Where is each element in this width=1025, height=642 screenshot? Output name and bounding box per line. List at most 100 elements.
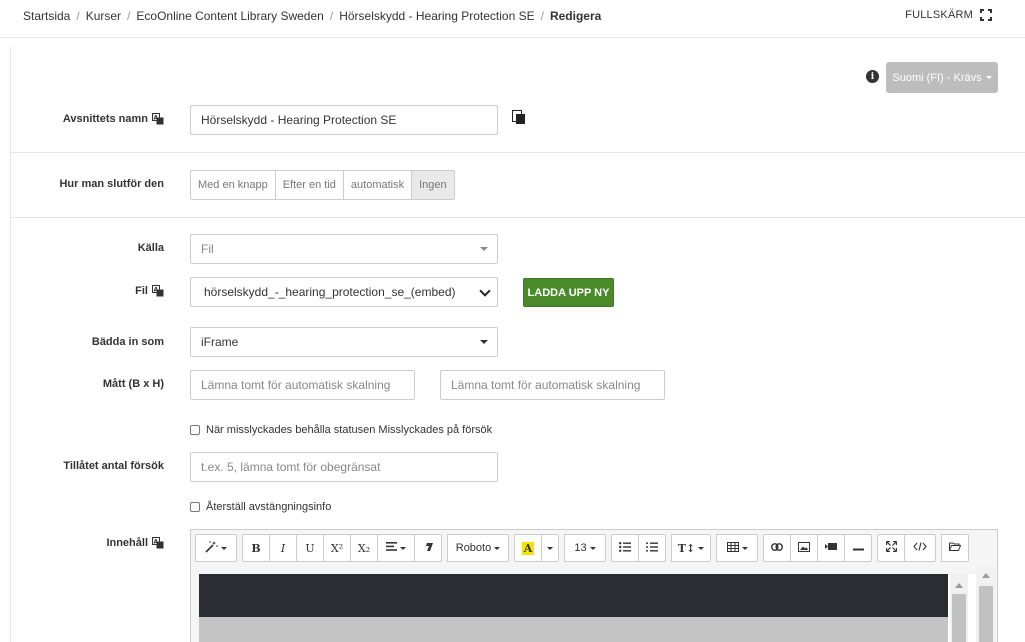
- keep-failed-row[interactable]: När misslyckades behålla statusen Missly…: [190, 424, 492, 436]
- height-input[interactable]: Lämna tomt för automatisk skalning: [440, 370, 665, 400]
- file-group: [941, 534, 969, 562]
- font-size-value: 13: [574, 542, 587, 554]
- folder-icon: [949, 542, 962, 554]
- fullscreen-icon: [980, 9, 992, 21]
- fullscreen-editor-button[interactable]: [877, 534, 905, 562]
- file-label-text: Fil: [135, 285, 148, 297]
- width-input[interactable]: Lämna tomt för automatisk skalning: [190, 370, 415, 400]
- embed-select[interactable]: iFrame: [190, 327, 498, 357]
- bullet-list-icon: [619, 541, 631, 555]
- bullet-list-button[interactable]: [611, 534, 639, 562]
- table-group: [716, 534, 758, 562]
- section-name-input[interactable]: Hörselskydd - Hearing Protection SE: [190, 105, 498, 135]
- svg-text:A: A: [154, 539, 159, 546]
- breadcrumb: Startsida / Kurser / EcoOnline Content L…: [23, 9, 601, 23]
- attempts-label: Tillåtet antal försök: [63, 460, 164, 472]
- breadcrumb-startsida[interactable]: Startsida: [23, 9, 70, 23]
- horizontal-rule-button[interactable]: [844, 534, 872, 562]
- completion-label: Hur man slutför den: [59, 178, 164, 190]
- section-divider: [10, 152, 1025, 153]
- italic-button[interactable]: I: [269, 534, 297, 562]
- magic-wand-icon: [205, 540, 218, 556]
- link-button[interactable]: [763, 534, 791, 562]
- completion-option-button[interactable]: Med en knapp: [190, 170, 276, 200]
- table-dropdown[interactable]: [716, 534, 758, 562]
- reset-shutdown-row[interactable]: Återställ avstängningsinfo: [190, 501, 331, 513]
- source-select[interactable]: Fil: [190, 234, 498, 264]
- text-transform-glyph: T↕: [677, 541, 696, 555]
- breadcrumb-course[interactable]: Hörselskydd - Hearing Protection SE: [339, 9, 534, 23]
- text-color-button[interactable]: A: [514, 534, 542, 562]
- language-label: Suomi (FI) - Krävs: [892, 71, 982, 84]
- caret-down-icon: [480, 340, 488, 344]
- file-value: hörselskydd_-_hearing_protection_se_(emb…: [204, 285, 456, 299]
- hr-icon: [852, 542, 864, 554]
- font-size-dropdown[interactable]: 13: [564, 534, 606, 562]
- bold-button[interactable]: B: [242, 534, 270, 562]
- inner-scrollbar[interactable]: [950, 574, 968, 642]
- copy-icon[interactable]: [512, 110, 526, 125]
- breadcrumb-kurser[interactable]: Kurser: [86, 9, 121, 23]
- keep-failed-checkbox[interactable]: [190, 425, 200, 435]
- embed-value: iFrame: [201, 335, 239, 349]
- info-icon[interactable]: i: [866, 70, 879, 83]
- editor-content-area[interactable]: [199, 566, 996, 642]
- keep-failed-label: När misslyckades behålla statusen Missly…: [206, 424, 493, 436]
- fullscreen-button[interactable]: FULLSKÄRM: [905, 9, 992, 21]
- breadcrumb-separator: /: [540, 9, 544, 23]
- source-value: Fil: [201, 242, 214, 256]
- breadcrumb-separator: /: [76, 9, 80, 23]
- video-button[interactable]: [817, 534, 845, 562]
- clear-format-button[interactable]: [414, 534, 442, 562]
- style-dropdown-button[interactable]: [195, 534, 237, 562]
- translate-icon: A: [152, 285, 164, 297]
- breadcrumb-library[interactable]: EcoOnline Content Library Sweden: [136, 9, 323, 23]
- image-button[interactable]: [790, 534, 818, 562]
- completion-option-time[interactable]: Efter en tid: [274, 170, 344, 200]
- font-family-value: Roboto: [455, 542, 492, 554]
- underline-button[interactable]: U: [296, 534, 324, 562]
- completion-button-group: Med en knapp Efter en tid automatisk Ing…: [190, 170, 455, 200]
- rich-text-editor: B I U X² X₂ Roboto A 13 T↕: [190, 529, 998, 642]
- scroll-up-icon[interactable]: [982, 573, 990, 578]
- dimensions-label: Mått (B x H): [102, 378, 164, 390]
- font-group: Roboto: [447, 534, 509, 562]
- file-label: Fil A: [20, 283, 164, 299]
- code-view-button[interactable]: [904, 534, 936, 562]
- caret-down-icon: [741, 546, 748, 550]
- scrollbar-thumb[interactable]: [952, 594, 966, 642]
- align-icon: [386, 542, 397, 554]
- numbered-list-button[interactable]: [638, 534, 666, 562]
- view-group: [877, 534, 936, 562]
- scroll-up-icon[interactable]: [955, 583, 963, 588]
- top-bar: Startsida / Kurser / EcoOnline Content L…: [0, 0, 1025, 38]
- font-family-dropdown[interactable]: Roboto: [447, 534, 509, 562]
- caret-down-icon: [698, 546, 705, 550]
- completion-option-automatic[interactable]: automatisk: [342, 170, 413, 200]
- language-dropdown-button[interactable]: Suomi (FI) - Krävs: [886, 62, 998, 93]
- file-select[interactable]: hörselskydd_-_hearing_protection_se_(emb…: [190, 277, 498, 307]
- upload-new-button[interactable]: LADDA UPP NY: [523, 278, 614, 307]
- text-color-dropdown[interactable]: [541, 534, 559, 562]
- subscript-button[interactable]: X₂: [350, 534, 378, 562]
- caret-down-icon: [985, 76, 992, 79]
- caret-down-icon: [589, 546, 596, 550]
- caret-down-icon: [400, 546, 406, 550]
- align-dropdown-button[interactable]: [377, 534, 415, 562]
- outer-scrollbar[interactable]: [976, 566, 996, 642]
- completion-option-none[interactable]: Ingen: [411, 170, 455, 200]
- scrollbar-thumb[interactable]: [979, 586, 993, 642]
- size-group: 13: [564, 534, 606, 562]
- file-manager-button[interactable]: [941, 534, 969, 562]
- table-icon: [726, 541, 739, 555]
- caret-down-icon: [494, 546, 501, 550]
- superscript-button[interactable]: X²: [323, 534, 351, 562]
- attempts-input[interactable]: t.ex. 5, lämna tomt för obegränsat: [190, 452, 498, 482]
- reset-shutdown-checkbox[interactable]: [190, 502, 200, 512]
- reset-shutdown-label: Återställ avstängningsinfo: [206, 501, 332, 513]
- line-height-dropdown[interactable]: T↕: [671, 534, 711, 562]
- caret-down-icon: [221, 546, 227, 550]
- expand-icon: [885, 540, 897, 555]
- numbered-list-icon: [646, 542, 658, 555]
- translate-icon: A: [152, 537, 164, 549]
